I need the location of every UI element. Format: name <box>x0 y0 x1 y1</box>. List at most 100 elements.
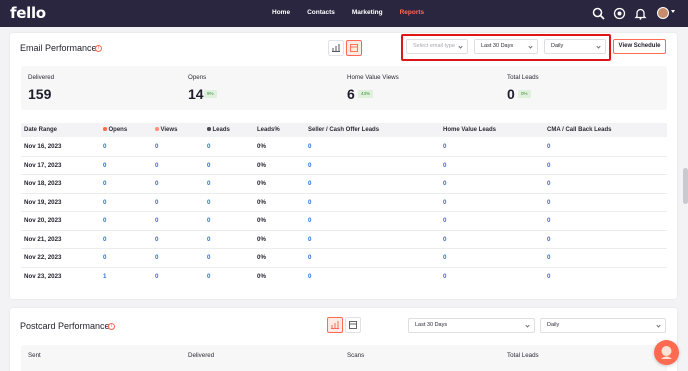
cell-home-value-leads[interactable]: 0 <box>443 162 446 169</box>
cell-home-value-leads[interactable]: 0 <box>443 254 446 261</box>
bell-icon[interactable] <box>634 7 647 20</box>
fello-logo[interactable]: fello <box>10 4 46 22</box>
cell-cma-leads[interactable]: 0 <box>547 180 550 187</box>
stat-value: 159 <box>28 86 52 102</box>
cell-date: Nov 23, 2023 <box>24 272 62 280</box>
cell-home-value-leads[interactable]: 0 <box>443 236 446 243</box>
info-icon[interactable]: i <box>108 322 115 330</box>
column-header[interactable]: CMA / Call Back Leads <box>547 127 611 133</box>
cell-leads[interactable]: 0 <box>207 199 210 206</box>
cell-opens[interactable]: 0 <box>103 217 106 224</box>
cell-opens[interactable]: 0 <box>103 236 106 243</box>
chat-launcher-button[interactable] <box>654 340 679 365</box>
postcard-date-range-select[interactable]: Last 30 Days <box>408 318 535 333</box>
cell-views[interactable]: 0 <box>155 254 158 261</box>
column-header[interactable]: Leads <box>207 127 230 133</box>
cell-leads[interactable]: 0 <box>207 217 210 224</box>
cell-views[interactable]: 0 <box>155 180 158 187</box>
info-icon[interactable]: i <box>95 44 102 52</box>
cell-cma-leads[interactable]: 0 <box>547 236 550 243</box>
cell-opens[interactable]: 0 <box>103 162 106 169</box>
cell-leads-pct: 0% <box>257 198 266 206</box>
target-icon[interactable] <box>613 7 626 20</box>
cell-opens[interactable]: 0 <box>103 143 106 150</box>
cell-cma-leads[interactable]: 0 <box>547 254 550 261</box>
nav-reports[interactable]: Reports <box>400 9 425 16</box>
cell-cma-leads[interactable]: 0 <box>547 273 550 280</box>
cell-seller-leads[interactable]: 0 <box>308 273 311 280</box>
cell-views[interactable]: 0 <box>155 273 158 280</box>
cell-home-value-leads[interactable]: 0 <box>443 199 446 206</box>
interval-value: Daily <box>547 322 560 328</box>
cell-seller-leads[interactable]: 0 <box>308 143 311 150</box>
cell-views[interactable]: 0 <box>155 236 158 243</box>
chevron-down-icon <box>656 323 661 328</box>
cell-views[interactable]: 0 <box>155 162 158 169</box>
cell-cma-leads[interactable]: 0 <box>547 162 550 169</box>
cell-cma-leads[interactable]: 0 <box>547 143 550 150</box>
column-header[interactable]: Leads% <box>257 127 280 133</box>
column-header[interactable]: Opens <box>103 127 127 133</box>
cell-date: Nov 19, 2023 <box>24 198 62 206</box>
avatar[interactable] <box>657 7 669 19</box>
search-icon[interactable] <box>592 7 605 20</box>
cell-leads[interactable]: 0 <box>207 180 210 187</box>
stat-value: 14 <box>188 86 204 102</box>
cell-views[interactable]: 0 <box>155 199 158 206</box>
cell-views[interactable]: 0 <box>155 143 158 150</box>
stat-value: 6 <box>347 86 355 102</box>
cell-seller-leads[interactable]: 0 <box>308 180 311 187</box>
scrollbar-thumb[interactable] <box>683 168 688 204</box>
stat-label: Home Value Views <box>347 74 399 81</box>
cell-seller-leads[interactable]: 0 <box>308 236 311 243</box>
cell-leads[interactable]: 0 <box>207 254 210 261</box>
cell-home-value-leads[interactable]: 0 <box>443 180 446 187</box>
column-header[interactable]: Views <box>155 127 177 133</box>
cell-home-value-leads[interactable]: 0 <box>443 143 446 150</box>
view-schedule-button[interactable]: View Schedule <box>613 39 666 54</box>
cell-cma-leads[interactable]: 0 <box>547 217 550 224</box>
cell-leads[interactable]: 0 <box>207 273 210 280</box>
postcard-interval-select[interactable]: Daily <box>540 318 666 333</box>
nav-home[interactable]: Home <box>272 9 290 16</box>
table-header: Date Range Opens Views Leads Leads% Sell… <box>21 123 667 137</box>
cell-seller-leads[interactable]: 0 <box>308 254 311 261</box>
cell-leads[interactable]: 0 <box>207 162 210 169</box>
chart-view-toggle[interactable] <box>328 40 344 56</box>
cell-home-value-leads[interactable]: 0 <box>443 217 446 224</box>
opens-dot-icon <box>103 127 107 131</box>
views-dot-icon <box>155 127 159 131</box>
chevron-down-icon[interactable] <box>671 10 675 13</box>
column-header[interactable]: Home Value Leads <box>443 127 496 133</box>
cell-opens[interactable]: 1 <box>103 273 106 280</box>
cell-opens[interactable]: 0 <box>103 254 106 261</box>
table-row: Nov 19, 2023 0 0 0 0% 0 0 0 <box>21 194 667 212</box>
column-header[interactable]: Date Range <box>24 127 57 133</box>
cell-leads[interactable]: 0 <box>207 143 210 150</box>
table-row: Nov 18, 2023 0 0 0 0% 0 0 0 <box>21 175 667 194</box>
table-view-toggle[interactable] <box>345 317 361 333</box>
cell-date: Nov 20, 2023 <box>24 217 62 224</box>
cell-seller-leads[interactable]: 0 <box>308 162 311 169</box>
stat-label: Scans <box>347 352 365 359</box>
table-view-toggle[interactable] <box>346 40 362 56</box>
column-header[interactable]: Seller / Cash Offer Leads <box>308 127 379 133</box>
nav-marketing[interactable]: Marketing <box>352 9 383 16</box>
bar-chart-icon <box>332 44 340 52</box>
nav-links: Home Contacts Marketing Reports <box>272 9 441 16</box>
cell-views[interactable]: 0 <box>155 217 158 224</box>
stat-label: Delivered <box>28 74 55 81</box>
top-nav: fello Home Contacts Marketing Reports <box>0 0 688 27</box>
stat-badge: 9% <box>204 90 217 98</box>
cell-cma-leads[interactable]: 0 <box>547 199 550 206</box>
cell-opens[interactable]: 0 <box>103 199 106 206</box>
cell-home-value-leads[interactable]: 0 <box>443 273 446 280</box>
leads-dot-icon <box>207 127 211 131</box>
nav-contacts[interactable]: Contacts <box>307 9 335 16</box>
cell-leads[interactable]: 0 <box>207 236 210 243</box>
cell-seller-leads[interactable]: 0 <box>308 217 311 224</box>
table-row: Nov 21, 2023 0 0 0 0% 0 0 0 <box>21 231 667 249</box>
cell-opens[interactable]: 0 <box>103 180 106 187</box>
cell-seller-leads[interactable]: 0 <box>308 199 311 206</box>
chart-view-toggle[interactable] <box>327 317 343 333</box>
